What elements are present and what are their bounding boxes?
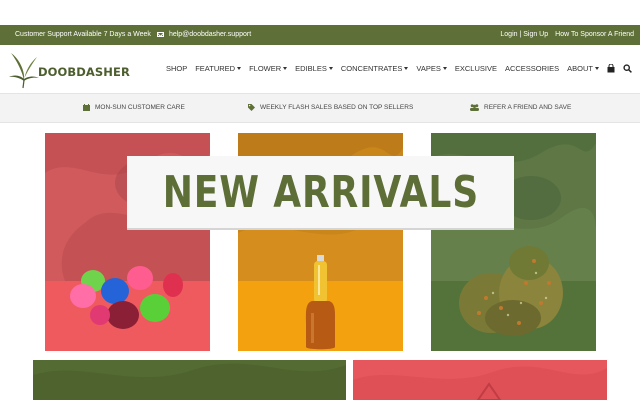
lower-red-panel[interactable] xyxy=(353,360,607,400)
site-header: DOOBDASHER SHOP FEATURED FLOWER EDIBLES … xyxy=(0,45,640,93)
benefit-flash-sales: WEEKLY FLASH SALES BASED ON TOP SELLERS xyxy=(248,104,413,111)
topbar-right: Login | Sign Up How To Sponsor A Friend xyxy=(500,31,634,38)
site-logo[interactable]: DOOBDASHER xyxy=(9,51,130,89)
support-email-link[interactable]: help@doobdasher.support xyxy=(169,31,251,38)
nav-item-vapes[interactable]: VAPES xyxy=(416,64,447,73)
nav-item-flower[interactable]: FLOWER xyxy=(249,64,288,73)
logo-wordmark: DOOBDASHER xyxy=(38,65,130,79)
caret-down-icon xyxy=(283,67,288,70)
login-signup-link[interactable]: Login | Sign Up xyxy=(500,31,548,38)
nav-item-label: ACCESSORIES xyxy=(504,64,560,73)
benefits-bar: MON-SUN CUSTOMER CARE WEEKLY FLASH SALES… xyxy=(0,93,640,123)
sponsor-friend-link[interactable]: How To Sponsor A Friend xyxy=(555,31,634,38)
new-arrivals-banner[interactable]: NEW ARRIVALS xyxy=(127,156,514,228)
caret-down-icon xyxy=(237,67,242,70)
nav-item-label: SHOP xyxy=(165,64,188,73)
tag-icon xyxy=(248,104,255,111)
caret-down-icon xyxy=(595,67,599,70)
nav-item-label: EXCLUSIVE xyxy=(454,64,497,73)
benefit-customer-care: MON-SUN CUSTOMER CARE xyxy=(83,104,185,111)
nav-item-label: VAPES xyxy=(416,64,441,73)
support-text: Customer Support Available 7 Days a Week xyxy=(15,31,151,38)
nav-item-label: FEATURED xyxy=(195,64,236,73)
top-bar: Customer Support Available 7 Days a Week… xyxy=(0,25,640,45)
lower-green-panel[interactable] xyxy=(33,360,346,400)
nav-item-label: ABOUT xyxy=(567,64,593,73)
search-icon[interactable] xyxy=(623,64,632,73)
nav-item-concentrates[interactable]: CONCENTRATES xyxy=(341,64,409,73)
nav-item-shop[interactable]: SHOP xyxy=(166,64,187,73)
nav-item-label: EDIBLES xyxy=(295,64,327,73)
main-nav: SHOP FEATURED FLOWER EDIBLES CONCENTRATE… xyxy=(166,64,632,73)
cannabis-leaf-icon xyxy=(9,53,39,89)
benefit-label: WEEKLY FLASH SALES BASED ON TOP SELLERS xyxy=(260,104,414,111)
benefit-refer-friend: REFER A FRIEND AND SAVE xyxy=(470,104,571,111)
caret-down-icon xyxy=(404,67,409,70)
topbar-left: Customer Support Available 7 Days a Week… xyxy=(15,31,251,38)
nav-item-about[interactable]: ABOUT xyxy=(567,64,599,73)
nav-item-accessories[interactable]: ACCESSORIES xyxy=(505,64,559,73)
caret-down-icon xyxy=(328,67,333,70)
nav-item-label: FLOWER xyxy=(249,64,282,73)
users-icon xyxy=(470,104,479,111)
mail-icon xyxy=(156,32,164,37)
bag-icon[interactable] xyxy=(607,64,615,73)
calendar-icon xyxy=(83,104,90,111)
nav-item-featured[interactable]: FEATURED xyxy=(195,64,242,73)
nav-item-label: CONCENTRATES xyxy=(340,64,403,73)
hero-title: NEW ARRIVALS xyxy=(162,166,479,218)
nav-item-edibles[interactable]: EDIBLES xyxy=(295,64,333,73)
nav-item-exclusive[interactable]: EXCLUSIVE xyxy=(455,64,497,73)
caret-down-icon xyxy=(442,67,447,70)
marble-texture xyxy=(33,363,346,400)
benefit-label: MON-SUN CUSTOMER CARE xyxy=(95,104,185,111)
marble-texture xyxy=(353,366,607,400)
benefit-label: REFER A FRIEND AND SAVE xyxy=(484,104,572,111)
